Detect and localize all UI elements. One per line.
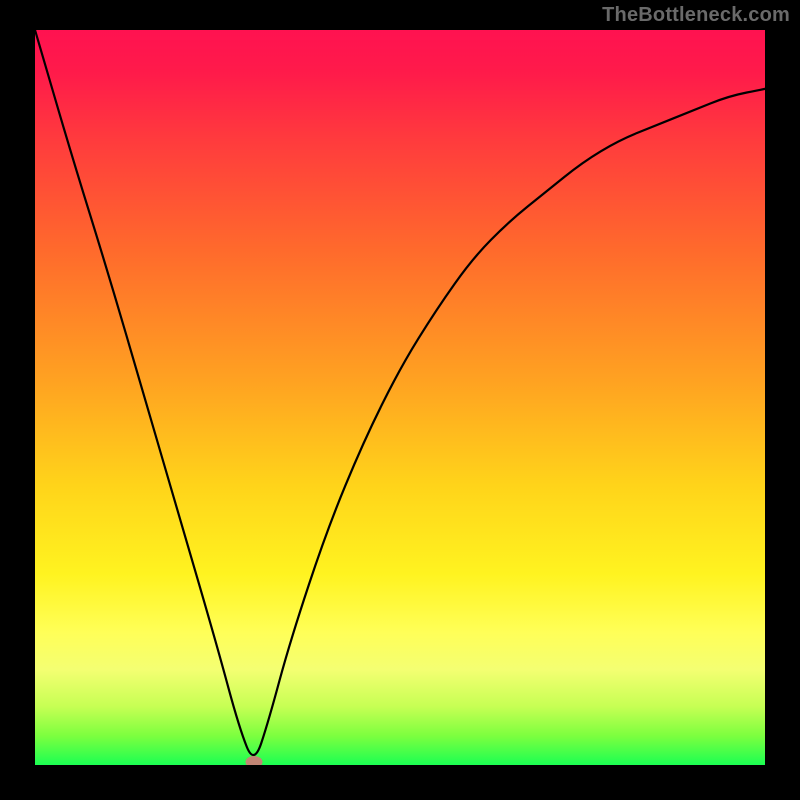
attribution-label: TheBottleneck.com bbox=[602, 4, 790, 27]
bottleneck-curve bbox=[35, 30, 765, 765]
bottleneck-point-marker bbox=[246, 756, 263, 765]
plot-area bbox=[35, 30, 765, 765]
chart-frame: TheBottleneck.com bbox=[0, 0, 800, 800]
